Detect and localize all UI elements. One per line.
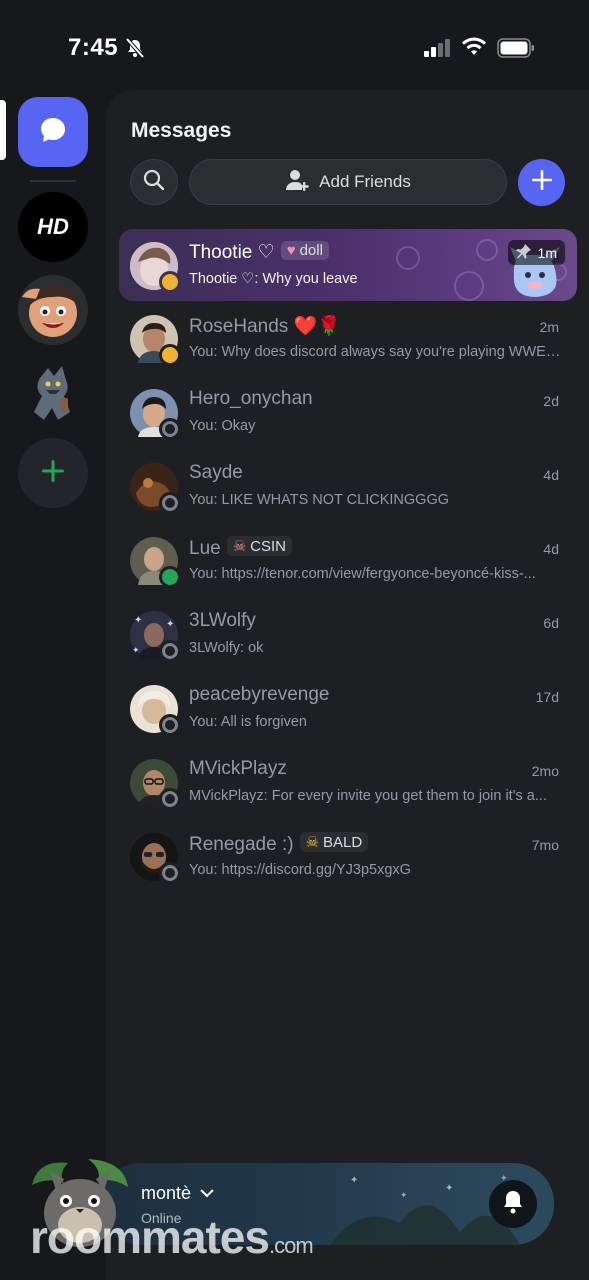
dm-preview: You: All is forgiven bbox=[189, 714, 307, 730]
dm-name: 3LWolfy bbox=[189, 610, 256, 631]
svg-text:✦: ✦ bbox=[445, 1183, 453, 1194]
status-offline-icon bbox=[159, 640, 181, 662]
dm-preview: You: https://tenor.com/view/fergyonce-be… bbox=[189, 566, 536, 582]
cartoon-face-icon bbox=[22, 284, 78, 337]
decor-bubble bbox=[476, 239, 498, 261]
plus-icon bbox=[39, 457, 67, 490]
dm-preview: You: LIKE WHATS NOT CLICKINGGGG bbox=[189, 492, 449, 508]
dm-time: 2m bbox=[539, 319, 559, 335]
svg-text:✦: ✦ bbox=[400, 1190, 408, 1200]
dm-preview: You: https://discord.gg/YJ3p5xgxG bbox=[189, 862, 411, 878]
search-icon bbox=[142, 168, 166, 197]
dm-item-hero-onychan[interactable]: Hero_onychan You: Okay 2d bbox=[119, 376, 577, 448]
server-hd[interactable]: HD bbox=[18, 192, 88, 262]
pinned-badge: 1m bbox=[507, 240, 565, 265]
bell-icon bbox=[501, 1189, 525, 1220]
wifi-icon bbox=[461, 37, 487, 62]
server-hd-label: HD bbox=[37, 214, 69, 239]
dm-name: MVickPlayz bbox=[189, 758, 287, 779]
add-friends-label: Add Friends bbox=[319, 172, 411, 191]
pin-icon bbox=[515, 243, 532, 262]
page-title: Messages bbox=[131, 119, 232, 142]
new-message-button[interactable] bbox=[518, 159, 565, 206]
heart-icon: ♥ bbox=[286, 242, 296, 259]
dm-tag: ♥ doll bbox=[280, 241, 329, 260]
dm-preview: 3LWolfy: ok bbox=[189, 640, 264, 656]
status-offline-icon bbox=[159, 714, 181, 736]
search-button[interactable] bbox=[130, 159, 178, 205]
dm-name: RoseHands ❤️🌹 bbox=[189, 316, 341, 337]
status-bar: 7:45 bbox=[0, 0, 589, 90]
dm-item-rosehands[interactable]: RoseHands ❤️🌹 You: Why does discord alwa… bbox=[119, 302, 577, 374]
dm-time: 7mo bbox=[531, 837, 559, 853]
dm-tag: ☠ BALD bbox=[299, 832, 369, 852]
battery-icon bbox=[497, 38, 535, 58]
svg-text:✦: ✦ bbox=[134, 615, 142, 626]
dm-item-sayde[interactable]: Sayde You: LIKE WHATS NOT CLICKINGGGG 4d bbox=[119, 450, 577, 522]
notifications-button[interactable] bbox=[489, 1180, 537, 1228]
heart-rose-emoji-icon: ❤️🌹 bbox=[293, 316, 341, 337]
dm-item-renegade[interactable]: Renegade :) ☠ BALD You: https://discord.gg… bbox=[119, 820, 577, 892]
svg-text:✦: ✦ bbox=[132, 645, 140, 655]
add-friends-button[interactable]: Add Friends bbox=[189, 159, 507, 205]
dm-time: 2d bbox=[543, 393, 559, 409]
dm-time: 4d bbox=[543, 541, 559, 557]
status-offline-icon bbox=[159, 788, 181, 810]
dm-name: Hero_onychan bbox=[189, 388, 313, 409]
status-online-icon bbox=[159, 566, 181, 588]
status-offline-icon bbox=[159, 862, 181, 884]
dm-item-thootie[interactable]: Thootie ♡ ♥ doll Thootie ♡: Why you leave … bbox=[119, 229, 577, 301]
watermark: roommates.com bbox=[30, 1211, 314, 1263]
dm-tag: ☠ CSIN bbox=[226, 536, 292, 556]
dm-preview: You: Why does discord always say you're … bbox=[189, 344, 561, 360]
chevron-down-icon bbox=[199, 1183, 215, 1204]
direct-messages-button[interactable] bbox=[18, 97, 88, 167]
add-friend-icon bbox=[285, 168, 311, 197]
dm-name: Thootie ♡ ♥ doll bbox=[189, 241, 329, 264]
server-cartoon-face[interactable] bbox=[18, 275, 88, 345]
dm-preview: You: Okay bbox=[189, 418, 256, 434]
dm-name: Renegade :) ☠ BALD bbox=[189, 832, 369, 856]
dm-name: peacebyrevenge bbox=[189, 684, 330, 705]
bell-off-icon bbox=[124, 37, 146, 64]
decor-bubble bbox=[396, 246, 420, 270]
skull-icon: ☠ bbox=[305, 834, 320, 851]
figure-icon bbox=[34, 366, 70, 420]
clock: 7:45 bbox=[68, 34, 119, 61]
plus-icon bbox=[530, 168, 554, 197]
dm-time: 2mo bbox=[531, 763, 559, 779]
dm-time: 6d bbox=[543, 615, 559, 631]
status-idle-icon bbox=[159, 271, 181, 293]
dm-item-lue[interactable]: Lue ☠ CSIN You: https://tenor.com/view/fer… bbox=[119, 524, 577, 596]
svg-text:✦: ✦ bbox=[350, 1175, 358, 1186]
dm-time: 4d bbox=[543, 467, 559, 483]
username[interactable]: montè bbox=[141, 1183, 215, 1204]
dm-item-peacebyrevenge[interactable]: peacebyrevenge You: All is forgiven 17d bbox=[119, 672, 577, 744]
dm-preview: Thootie ♡: Why you leave bbox=[189, 271, 358, 287]
dm-preview: MVickPlayz: For every invite you get the… bbox=[189, 788, 547, 804]
status-offline-icon bbox=[159, 418, 181, 440]
rail-divider bbox=[30, 180, 76, 182]
selected-indicator bbox=[0, 100, 6, 160]
dm-item-mvickplayz[interactable]: MVickPlayz MVickPlayz: For every invite … bbox=[119, 746, 577, 818]
dm-time: 1m bbox=[537, 244, 557, 261]
status-idle-icon bbox=[159, 344, 181, 366]
chat-bubble-icon bbox=[36, 113, 70, 152]
add-server-button[interactable] bbox=[18, 438, 88, 508]
skull-icon: ☠ bbox=[232, 538, 247, 555]
dm-item-3lwolfy[interactable]: ✦ ✦ ✦ 3LWolfy 3LWolfy: ok 6d bbox=[119, 598, 577, 670]
dm-time: 17d bbox=[535, 689, 559, 705]
server-figure[interactable] bbox=[18, 360, 88, 430]
dm-name: Lue ☠ CSIN bbox=[189, 536, 292, 560]
status-offline-icon bbox=[159, 492, 181, 514]
svg-text:✦: ✦ bbox=[166, 619, 174, 630]
cellular-signal-icon bbox=[424, 39, 452, 62]
dm-name: Sayde bbox=[189, 462, 243, 483]
